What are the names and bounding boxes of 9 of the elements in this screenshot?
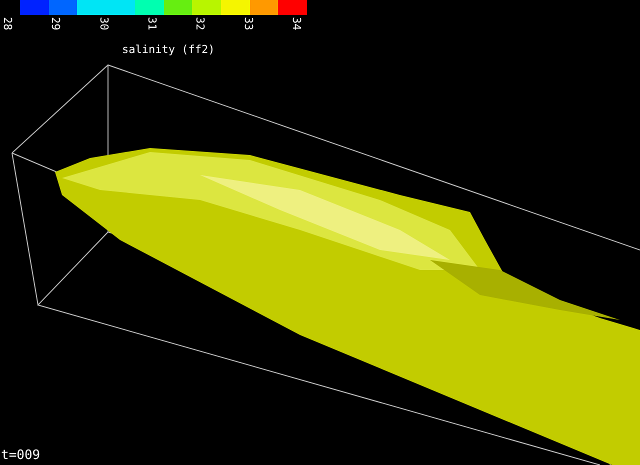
tick-label: 29 [50,17,62,32]
tick-label: 31 [146,17,158,32]
colorbar-title: salinity (ff2) [122,43,215,56]
tick-label: 34 [290,17,302,32]
tick-label: 30 [98,17,110,32]
tick-label: 33 [242,17,254,32]
tick-label: 28 [2,17,13,32]
tick-label: 32 [194,17,206,32]
time-label: t=009 [1,448,40,463]
